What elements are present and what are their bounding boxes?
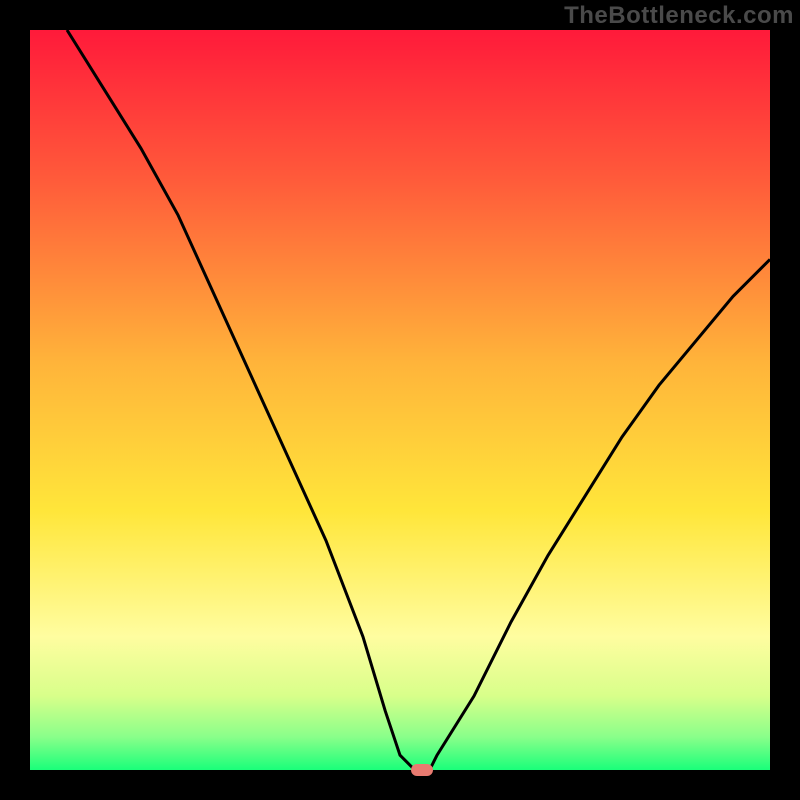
watermark-text: TheBottleneck.com [564,2,794,30]
optimal-point-marker [411,764,433,776]
gradient-background [30,30,770,770]
bottleneck-chart [30,30,770,770]
chart-frame: TheBottleneck.com [0,0,800,800]
